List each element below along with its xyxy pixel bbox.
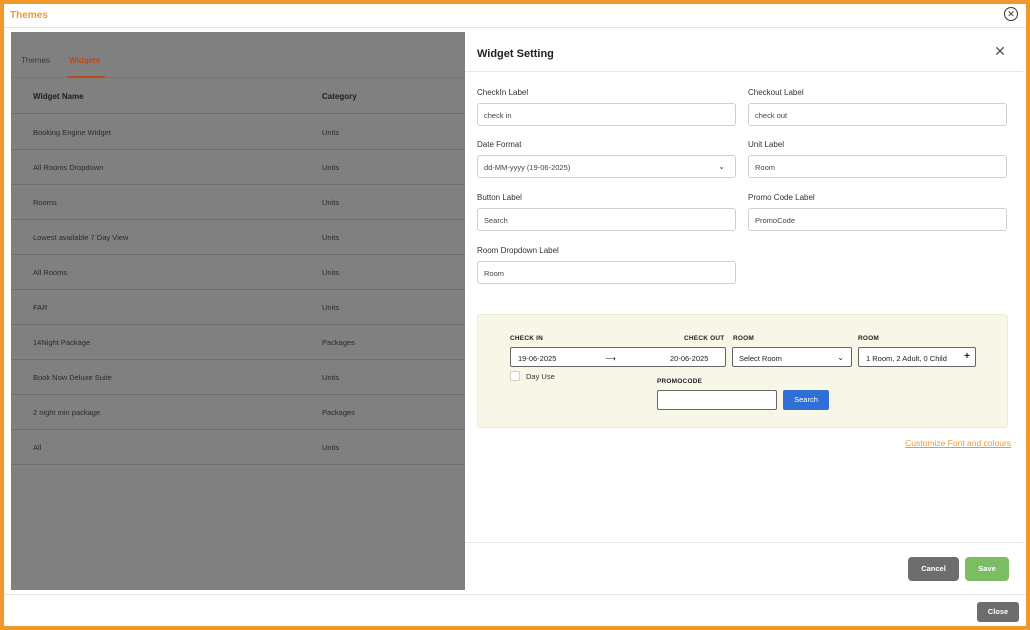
preview-checkin-date: 19-06-2025 xyxy=(518,354,557,363)
day-use-checkbox[interactable] xyxy=(510,371,520,381)
close-button[interactable]: Close xyxy=(977,602,1019,622)
drawer-footer: Cancel Save xyxy=(465,542,1023,590)
cancel-button[interactable]: Cancel xyxy=(908,557,959,581)
preview-promocode-input[interactable] xyxy=(657,390,777,410)
widgets-list-panel: Themes Widgets Widget Name Category Book… xyxy=(11,32,465,590)
arrow-right-icon: ⟶ xyxy=(605,354,616,363)
cell-category: Units xyxy=(322,443,340,452)
cell-widget-name: Rooms xyxy=(33,198,57,207)
preview-guests-picker[interactable]: 1 Room, 2 Adult, 0 Child + xyxy=(858,347,976,367)
drawer-close-icon[interactable]: ✕ xyxy=(993,44,1007,58)
cell-category: Packages xyxy=(322,408,355,417)
checkin-label-caption: CheckIn Label xyxy=(477,88,529,97)
unit-label-input[interactable]: Room xyxy=(748,155,1007,178)
tab-widgets[interactable]: Widgets xyxy=(69,56,100,65)
cell-widget-name: Lowest available 7 Day View xyxy=(33,233,129,242)
table-row[interactable]: FAR Units xyxy=(11,290,465,325)
cell-widget-name: Booking Engine Widget xyxy=(33,128,111,137)
cell-category: Units xyxy=(322,233,340,242)
preview-promocode-label: PROMOCODE xyxy=(657,378,703,385)
date-format-value: dd-MM-yyyy (19-06-2025) xyxy=(484,163,571,172)
chevron-down-icon: ⌄ xyxy=(718,162,725,171)
cell-widget-name: 2 night min package xyxy=(33,408,101,417)
preview-room-guests-label: ROOM xyxy=(858,335,880,342)
table-row[interactable]: 14Night Package Packages xyxy=(11,325,465,360)
button-label-input[interactable]: Search xyxy=(477,208,736,231)
preview-room-label: ROOM xyxy=(733,335,755,342)
room-dropdown-label-caption: Room Dropdown Label xyxy=(477,246,559,255)
window-title-bar: Themes ✕ xyxy=(4,4,1026,28)
preview-guests-value: 1 Room, 2 Adult, 0 Child xyxy=(866,354,947,363)
chevron-down-icon: ⌄ xyxy=(837,353,844,362)
room-dropdown-label-input[interactable]: Room xyxy=(477,261,736,284)
cell-category: Units xyxy=(322,198,340,207)
checkout-label-caption: Checkout Label xyxy=(748,88,804,97)
cell-widget-name: All xyxy=(33,443,42,452)
table-header: Widget Name Category xyxy=(11,80,465,114)
plus-icon: + xyxy=(964,351,970,362)
preview-room-select[interactable]: Select Room ⌄ xyxy=(732,347,852,367)
cell-category: Units xyxy=(322,373,340,382)
cell-widget-name: All Rooms xyxy=(33,268,68,277)
column-header-category: Category xyxy=(322,92,357,101)
table-row[interactable]: Lowest available 7 Day View Units xyxy=(11,220,465,255)
window-close-icon[interactable]: ✕ xyxy=(1004,7,1018,21)
date-format-select[interactable]: dd-MM-yyyy (19-06-2025) ⌄ xyxy=(477,155,736,178)
tabs-bar: Themes Widgets xyxy=(11,32,465,78)
window-title: Themes xyxy=(10,10,48,21)
cell-widget-name: 14Night Package xyxy=(33,338,91,347)
cell-category: Units xyxy=(322,303,340,312)
table-row[interactable]: All Rooms Dropdown Units xyxy=(11,150,465,185)
tab-themes[interactable]: Themes xyxy=(21,56,50,65)
table-row[interactable]: Rooms Units xyxy=(11,185,465,220)
drawer-header: Widget Setting ✕ xyxy=(465,32,1023,72)
widget-setting-drawer: Widget Setting ✕ CheckIn Label check in … xyxy=(465,32,1023,590)
day-use-label: Day Use xyxy=(526,372,555,381)
widget-preview: CHECK IN CHECK OUT ROOM ROOM 19-06-2025 … xyxy=(477,314,1008,428)
table-row[interactable]: 2 night min package Packages xyxy=(11,395,465,430)
customize-font-colours-link[interactable]: Customize Font and colours xyxy=(905,438,1011,448)
preview-checkout-label: CHECK OUT xyxy=(684,335,725,342)
app-window: Themes ✕ Themes Widgets Widget Name Cate… xyxy=(0,0,1030,630)
date-format-caption: Date Format xyxy=(477,140,522,149)
column-header-widget-name: Widget Name xyxy=(33,92,84,101)
preview-checkin-label: CHECK IN xyxy=(510,335,544,342)
preview-date-range[interactable]: 19-06-2025 ⟶ 20-06-2025 xyxy=(510,347,726,367)
button-label-caption: Button Label xyxy=(477,193,522,202)
drawer-title: Widget Setting xyxy=(477,48,554,60)
cell-widget-name: All Rooms Dropdown xyxy=(33,163,104,172)
cell-category: Units xyxy=(322,268,340,277)
window-footer: Close xyxy=(4,594,1026,626)
table-row[interactable]: All Rooms Units xyxy=(11,255,465,290)
table-row[interactable]: All Units xyxy=(11,430,465,465)
preview-search-button[interactable]: Search xyxy=(783,390,829,410)
promo-code-label-input[interactable]: PromoCode xyxy=(748,208,1007,231)
table-row[interactable]: Booking Engine Widget Units xyxy=(11,115,465,150)
unit-label-caption: Unit Label xyxy=(748,140,785,149)
table-row[interactable]: Book Now Deluxe Suite Units xyxy=(11,360,465,395)
preview-room-select-value: Select Room xyxy=(739,354,782,363)
cell-category: Packages xyxy=(322,338,355,347)
promo-code-label-caption: Promo Code Label xyxy=(748,193,815,202)
save-button[interactable]: Save xyxy=(965,557,1009,581)
cell-category: Units xyxy=(322,163,340,172)
active-tab-indicator xyxy=(67,76,105,78)
cell-widget-name: FAR xyxy=(33,303,48,312)
checkin-label-input[interactable]: check in xyxy=(477,103,736,126)
cell-category: Units xyxy=(322,128,340,137)
preview-checkout-date: 20-06-2025 xyxy=(670,354,709,363)
checkout-label-input[interactable]: check out xyxy=(748,103,1007,126)
cell-widget-name: Book Now Deluxe Suite xyxy=(33,373,112,382)
